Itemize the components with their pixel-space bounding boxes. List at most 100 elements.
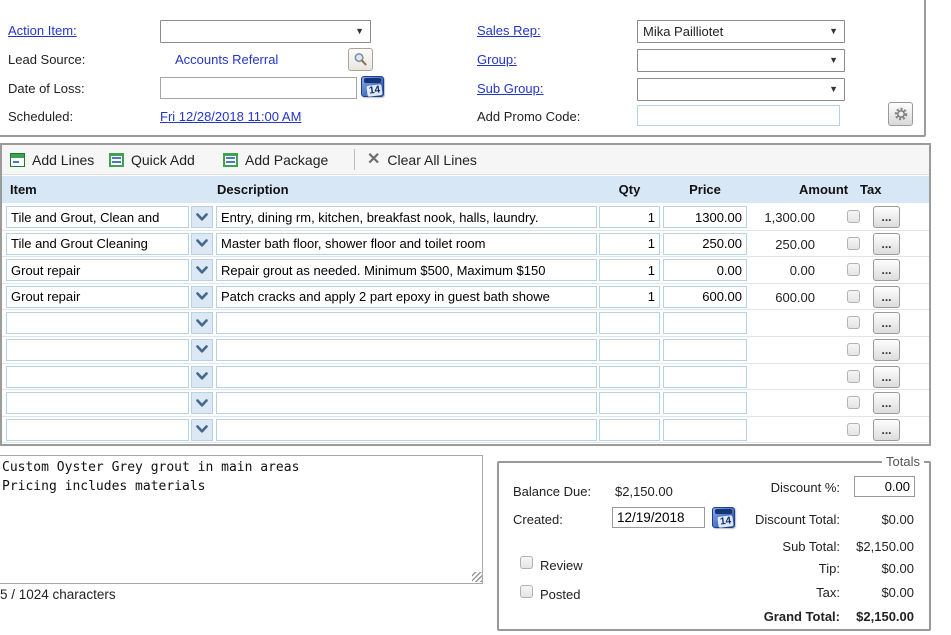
clear-all-lines-label: Clear All Lines [387, 152, 477, 168]
row-options-button[interactable]: ... [873, 233, 900, 255]
qty-input[interactable] [599, 286, 660, 308]
textarea-resize-handle[interactable] [472, 572, 482, 582]
notes-textarea[interactable]: Custom Oyster Grey grout in main areas P… [0, 455, 483, 584]
description-input[interactable] [216, 259, 597, 281]
lead-source-search-button[interactable] [348, 48, 373, 71]
tax-checkbox[interactable] [847, 263, 860, 276]
price-input[interactable] [663, 312, 747, 334]
price-input[interactable] [663, 339, 747, 361]
qty-input[interactable] [599, 233, 660, 255]
qty-input[interactable] [599, 419, 660, 441]
qty-input[interactable] [599, 206, 660, 228]
clear-all-lines-button[interactable]: ✕ Clear All Lines [367, 150, 477, 170]
qty-input[interactable] [599, 259, 660, 281]
description-input[interactable] [216, 366, 597, 388]
price-input[interactable] [663, 392, 747, 414]
posted-checkbox[interactable] [520, 585, 533, 598]
group-link[interactable]: Group: [477, 52, 517, 67]
sub-total-value: $2,150.00 [844, 539, 914, 554]
item-dropdown-button[interactable] [191, 233, 213, 255]
row-options-button[interactable]: ... [873, 419, 900, 441]
tax-checkbox[interactable] [847, 316, 860, 329]
group-select[interactable]: ▼ [637, 49, 845, 72]
tax-checkbox[interactable] [847, 237, 860, 250]
review-label: Review [540, 558, 583, 573]
row-options-button[interactable]: ... [873, 366, 900, 388]
item-select-input[interactable] [6, 259, 189, 281]
item-dropdown-button[interactable] [191, 419, 213, 441]
tax-checkbox[interactable] [847, 343, 860, 356]
calendar-date-number: 14 [366, 84, 382, 97]
description-input[interactable] [216, 233, 597, 255]
item-select-input[interactable] [6, 419, 189, 441]
tax-checkbox[interactable] [847, 210, 860, 223]
review-checkbox[interactable] [520, 556, 533, 569]
amount-value: 0.00 [730, 263, 815, 278]
tax-label: Tax: [674, 585, 840, 600]
add-package-label: Add Package [245, 152, 328, 168]
sub-group-link[interactable]: Sub Group: [477, 81, 544, 96]
sales-rep-link[interactable]: Sales Rep: [477, 23, 541, 38]
amount-value: 250.00 [730, 237, 815, 252]
tax-checkbox[interactable] [847, 396, 860, 409]
price-input[interactable] [663, 366, 747, 388]
description-input[interactable] [216, 339, 597, 361]
item-select-input[interactable] [6, 339, 189, 361]
item-select-input[interactable] [6, 233, 189, 255]
row-options-button[interactable]: ... [873, 286, 900, 308]
qty-input[interactable] [599, 392, 660, 414]
item-select-input[interactable] [6, 392, 189, 414]
item-dropdown-button[interactable] [191, 286, 213, 308]
description-input[interactable] [216, 206, 597, 228]
sub-group-select[interactable]: ▼ [637, 78, 845, 101]
description-input[interactable] [216, 419, 597, 441]
table-row: 0.00 ... [2, 257, 929, 284]
qty-input[interactable] [599, 366, 660, 388]
table-row: 250.00 ... [2, 231, 929, 258]
lead-source-value-link[interactable]: Accounts Referral [175, 52, 278, 67]
description-input[interactable] [216, 392, 597, 414]
chevron-down-icon [196, 425, 208, 434]
add-lines-icon [10, 153, 25, 167]
item-dropdown-button[interactable] [191, 312, 213, 334]
tax-checkbox[interactable] [847, 370, 860, 383]
calendar-top-band [364, 78, 381, 83]
col-header-qty: Qty [599, 182, 660, 197]
date-of-loss-input[interactable] [160, 77, 357, 99]
add-package-icon [223, 153, 238, 167]
line-items-section: Add Lines Quick Add Add Package ✕ Clear … [0, 143, 931, 446]
description-input[interactable] [216, 312, 597, 334]
item-dropdown-button[interactable] [191, 366, 213, 388]
promo-code-input[interactable] [637, 105, 840, 126]
add-lines-button[interactable]: Add Lines [10, 150, 94, 170]
item-dropdown-button[interactable] [191, 206, 213, 228]
row-options-button[interactable]: ... [873, 259, 900, 281]
item-dropdown-button[interactable] [191, 259, 213, 281]
item-select-input[interactable] [6, 312, 189, 334]
scheduled-date-link[interactable]: Fri 12/28/2018 11:00 AM [160, 109, 301, 124]
item-select-input[interactable] [6, 206, 189, 228]
add-package-button[interactable]: Add Package [223, 150, 328, 170]
item-dropdown-button[interactable] [191, 339, 213, 361]
description-input[interactable] [216, 286, 597, 308]
row-options-button[interactable]: ... [873, 339, 900, 361]
discount-pct-input[interactable] [854, 476, 915, 497]
item-dropdown-button[interactable] [191, 392, 213, 414]
row-options-button[interactable]: ... [873, 206, 900, 228]
chevron-down-icon [196, 213, 208, 222]
quick-add-button[interactable]: Quick Add [109, 150, 195, 170]
tax-checkbox[interactable] [847, 423, 860, 436]
qty-input[interactable] [599, 312, 660, 334]
promo-settings-button[interactable] [888, 102, 913, 126]
item-select-input[interactable] [6, 286, 189, 308]
price-input[interactable] [663, 419, 747, 441]
row-options-button[interactable]: ... [873, 392, 900, 414]
qty-input[interactable] [599, 339, 660, 361]
row-options-button[interactable]: ... [873, 312, 900, 334]
action-item-link[interactable]: Action Item: [8, 23, 77, 38]
tax-checkbox[interactable] [847, 290, 860, 303]
action-item-select[interactable]: ▼ [160, 20, 371, 43]
sales-rep-select[interactable]: Mika Pailliotet ▼ [637, 20, 845, 43]
date-of-loss-calendar-icon[interactable]: 14 [361, 76, 384, 97]
item-select-input[interactable] [6, 366, 189, 388]
